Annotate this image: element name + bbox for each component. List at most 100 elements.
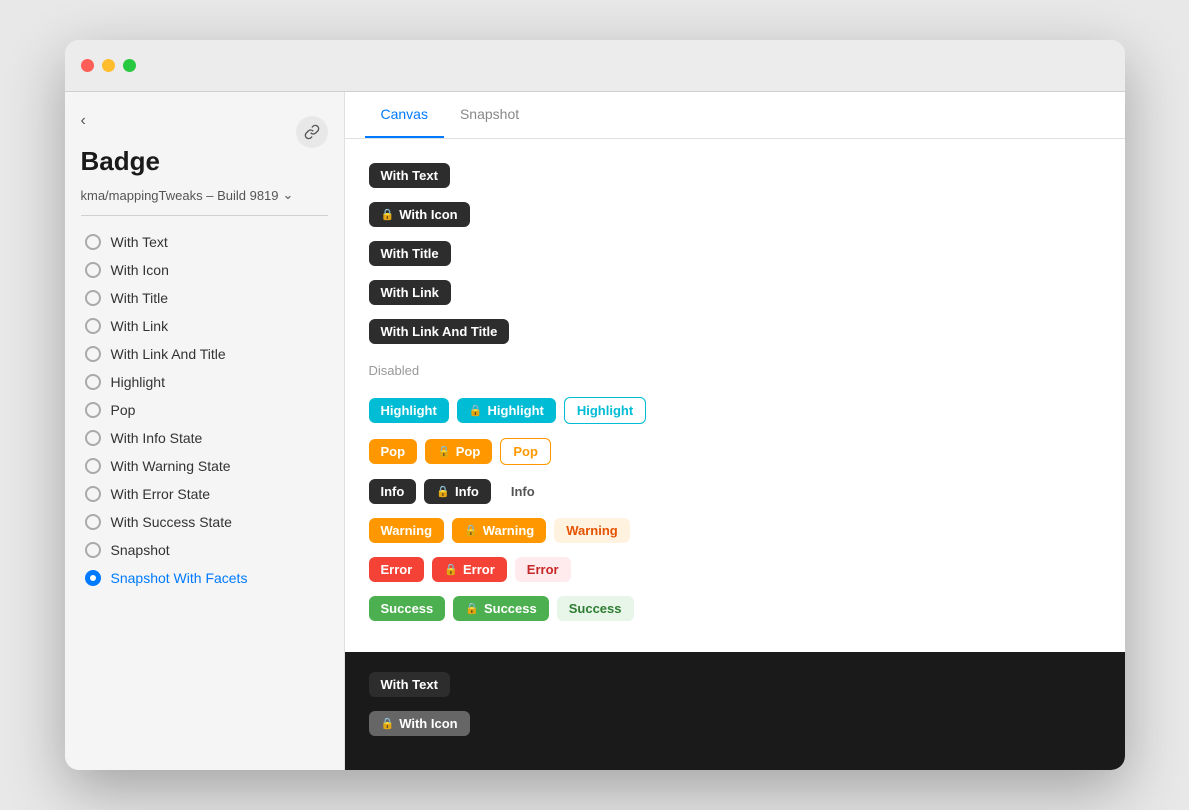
badge-success-row-2: Success bbox=[557, 596, 634, 621]
radio-snapshot bbox=[85, 542, 101, 558]
sidebar-item-with-link[interactable]: With Link bbox=[81, 312, 328, 340]
lock-icon: 🔒 bbox=[437, 445, 451, 458]
badge-highlight-row-2: Highlight bbox=[564, 397, 646, 424]
canvas-dark: With Text 🔒With Icon bbox=[345, 652, 1125, 770]
canvas-row-pop-row: Pop 🔒 Pop Pop bbox=[369, 438, 1101, 465]
badge-text: Error bbox=[463, 562, 495, 577]
badge-pop-row-0: Pop bbox=[369, 439, 418, 464]
canvas-row-with-link-and-title: With Link And Title bbox=[369, 319, 1101, 344]
sidebar-subtitle: kma/mappingTweaks – Build 9819 ⌄ bbox=[81, 187, 328, 203]
badge-text: Info bbox=[455, 484, 479, 499]
canvas-row-with-title: With Title bbox=[369, 241, 1101, 266]
nav-label-with-link: With Link bbox=[111, 318, 169, 334]
nav-label-with-title: With Title bbox=[111, 290, 169, 306]
sidebar-item-pop[interactable]: Pop bbox=[81, 396, 328, 424]
dark-badge-rows: With Text 🔒With Icon bbox=[369, 672, 1101, 736]
main-content: Canvas Snapshot With Text🔒With IconWith … bbox=[345, 92, 1125, 770]
minimize-button[interactable] bbox=[102, 59, 115, 72]
badge-error-row-2: Error bbox=[515, 557, 571, 582]
radio-pop bbox=[85, 402, 101, 418]
badge-text: Info bbox=[381, 484, 405, 499]
badge-rows: With Text 🔒 With Icon With Title With Link Wi… bbox=[369, 163, 1101, 621]
radio-with-text bbox=[85, 234, 101, 250]
sidebar-item-with-error-state[interactable]: With Error State bbox=[81, 480, 328, 508]
badge-text: With Icon bbox=[399, 716, 457, 731]
radio-with-link bbox=[85, 318, 101, 334]
canvas-row-warning-row: Warning🔒WarningWarning bbox=[369, 518, 1101, 543]
badge-text: With Icon bbox=[399, 207, 457, 222]
nav-label-with-error-state: With Error State bbox=[111, 486, 211, 502]
tab-snapshot[interactable]: Snapshot bbox=[444, 92, 535, 138]
canvas-row-info-row: Info🔒InfoInfo bbox=[369, 479, 1101, 504]
badge-text: Highlight bbox=[381, 403, 437, 418]
radio-with-title bbox=[85, 290, 101, 306]
sidebar-divider bbox=[81, 215, 328, 216]
canvas-row-disabled-label: Disabled bbox=[369, 358, 1101, 383]
sidebar-title: Badge bbox=[81, 146, 160, 177]
canvas-white: With Text 🔒 With Icon With Title With Link Wi… bbox=[345, 139, 1125, 652]
canvas-row-error-row: Error 🔒 Error Error bbox=[369, 557, 1101, 582]
nav-label-with-link-and-title: With Link And Title bbox=[111, 346, 226, 362]
badge-with-link-0: With Link bbox=[369, 280, 451, 305]
app-window: ‹ Badge kma/mappingTweaks – Build 9819 ⌄… bbox=[65, 40, 1125, 770]
sidebar-item-snapshot[interactable]: Snapshot bbox=[81, 536, 328, 564]
badge-success-row-0: Success bbox=[369, 596, 446, 621]
badge-text: Pop bbox=[456, 444, 481, 459]
lock-icon: 🔒 bbox=[464, 524, 478, 537]
lock-icon: 🔒 bbox=[444, 563, 458, 576]
canvas-row-highlight-row: Highlight🔒HighlightHighlight bbox=[369, 397, 1101, 424]
radio-with-icon bbox=[85, 262, 101, 278]
link-icon-button[interactable] bbox=[296, 116, 328, 148]
badge-pop-row-2: Pop bbox=[500, 438, 551, 465]
lock-icon: 🔒 bbox=[465, 602, 479, 615]
nav-label-with-warning-state: With Warning State bbox=[111, 458, 231, 474]
sidebar-item-with-icon[interactable]: With Icon bbox=[81, 256, 328, 284]
nav-label-snapshot: Snapshot bbox=[111, 542, 170, 558]
canvas-row-with-link: With Link bbox=[369, 280, 1101, 305]
badge-error-row-0: Error bbox=[369, 557, 425, 582]
nav-list: With Text With Icon With Title With Link Wit… bbox=[81, 228, 328, 592]
badge-info-row-2: Info bbox=[499, 479, 547, 504]
badge-disabled-label-0: Disabled bbox=[369, 358, 432, 383]
sidebar-item-with-text[interactable]: With Text bbox=[81, 228, 328, 256]
badge-text: Error bbox=[381, 562, 413, 577]
badge-warning-row-0: Warning bbox=[369, 518, 445, 543]
sidebar-item-with-link-and-title[interactable]: With Link And Title bbox=[81, 340, 328, 368]
sidebar-item-with-info-state[interactable]: With Info State bbox=[81, 424, 328, 452]
tab-canvas[interactable]: Canvas bbox=[365, 92, 444, 138]
badge-text: Disabled bbox=[369, 363, 420, 378]
back-button[interactable]: ‹ bbox=[81, 112, 328, 130]
canvas-row-with-icon: 🔒 With Icon bbox=[369, 202, 1101, 227]
canvas-area: With Text🔒With IconWith TitleWith LinkWi… bbox=[345, 139, 1125, 770]
sidebar-item-snapshot-with-facets[interactable]: Snapshot With Facets bbox=[81, 564, 328, 592]
sidebar-item-highlight[interactable]: Highlight bbox=[81, 368, 328, 396]
nav-label-with-icon: With Icon bbox=[111, 262, 169, 278]
sidebar-item-with-success-state[interactable]: With Success State bbox=[81, 508, 328, 536]
radio-with-link-and-title bbox=[85, 346, 101, 362]
badge-text: Info bbox=[511, 484, 535, 499]
canvas-row-success-row: Success 🔒 Success Success bbox=[369, 596, 1101, 621]
lock-icon: 🔒 bbox=[381, 208, 395, 221]
sidebar-item-with-title[interactable]: With Title bbox=[81, 284, 328, 312]
radio-with-info-state bbox=[85, 430, 101, 446]
nav-label-highlight: Highlight bbox=[111, 374, 165, 390]
canvas-dark-row-dark-with-text: With Text bbox=[369, 672, 1101, 697]
badge-text: Highlight bbox=[488, 403, 544, 418]
radio-highlight bbox=[85, 374, 101, 390]
radio-snapshot-with-facets bbox=[85, 570, 101, 586]
badge-info-row-0: Info bbox=[369, 479, 417, 504]
badge-dark-with-icon-0: 🔒With Icon bbox=[369, 711, 470, 736]
nav-label-pop: Pop bbox=[111, 402, 136, 418]
badge-text: Success bbox=[381, 601, 434, 616]
traffic-lights bbox=[81, 59, 136, 72]
badge-text: With Text bbox=[381, 677, 438, 692]
close-button[interactable] bbox=[81, 59, 94, 72]
badge-text: With Link bbox=[381, 285, 439, 300]
sidebar-item-with-warning-state[interactable]: With Warning State bbox=[81, 452, 328, 480]
badge-text: With Link And Title bbox=[381, 324, 498, 339]
badge-dark-with-text-0: With Text bbox=[369, 672, 450, 697]
badge-text: Success bbox=[484, 601, 537, 616]
nav-label-snapshot-with-facets: Snapshot With Facets bbox=[111, 570, 248, 586]
badge-with-text-0: With Text bbox=[369, 163, 450, 188]
maximize-button[interactable] bbox=[123, 59, 136, 72]
